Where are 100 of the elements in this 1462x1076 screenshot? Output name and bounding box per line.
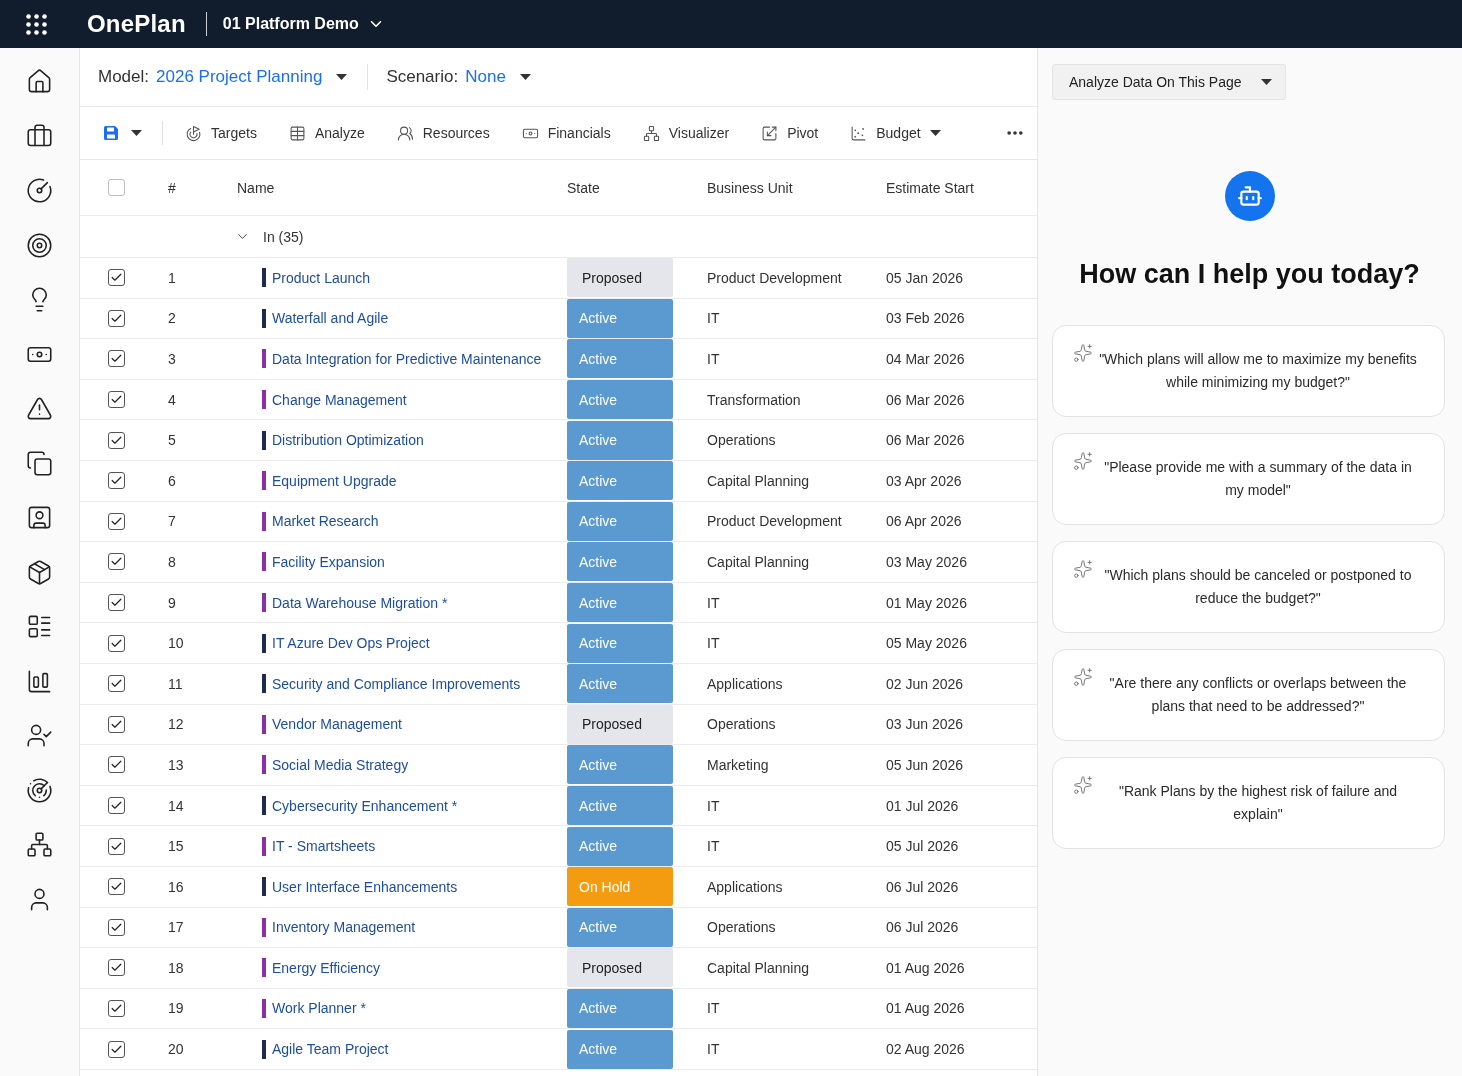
plan-name-link[interactable]: Inventory Management <box>272 919 416 936</box>
plan-name-link[interactable]: IT - Smartsheets <box>272 838 376 855</box>
user-card-icon[interactable] <box>26 504 53 531</box>
plan-name-link[interactable]: Change Management <box>272 391 407 408</box>
radar-icon[interactable] <box>26 776 53 804</box>
table-icon <box>288 124 306 142</box>
suggestion-card[interactable]: "Rank Plans by the highest risk of failure and explain" <box>1052 757 1445 849</box>
plan-name-link[interactable]: Facility Expansion <box>272 553 385 570</box>
suggestion-card[interactable]: "Are there any conflicts or overlaps between the plans that need to be addressed?" <box>1052 649 1445 741</box>
state-cell: Proposed <box>567 948 673 988</box>
target-icon[interactable] <box>26 231 53 259</box>
checkbox[interactable] <box>107 594 125 612</box>
toolbar-button[interactable]: Visualizer <box>642 124 730 142</box>
date-text: 02 Jun 2026 <box>885 675 965 692</box>
checkbox[interactable] <box>107 675 125 693</box>
plan-name-link[interactable]: Energy Efficiency <box>272 959 380 976</box>
state-cell: Active <box>567 583 673 623</box>
business-unit-text: IT <box>706 838 721 855</box>
plan-name-link[interactable]: Waterfall and Agile <box>272 310 389 327</box>
apps-grid-icon[interactable] <box>26 13 47 35</box>
checkbox[interactable] <box>107 878 125 896</box>
caret-icon <box>336 74 348 80</box>
checkbox[interactable] <box>107 553 125 571</box>
business-unit-text: IT <box>706 310 721 327</box>
toolbar-button[interactable]: Financials <box>521 124 611 142</box>
checkbox[interactable] <box>107 309 125 327</box>
user-check-icon[interactable] <box>26 722 53 749</box>
plan-name-link[interactable]: Security and Compliance Improvements <box>272 675 521 692</box>
row-number: 8 <box>167 553 177 570</box>
checkbox[interactable] <box>107 756 125 774</box>
row-number: 14 <box>167 797 185 814</box>
stacked-pages-icon[interactable] <box>26 449 53 477</box>
plan-name-link[interactable]: IT Azure Dev Ops Project <box>272 635 430 652</box>
checkbox[interactable] <box>107 350 125 368</box>
checkbox[interactable] <box>107 391 125 409</box>
state-cell: Active <box>567 420 673 460</box>
gauge-icon[interactable] <box>26 177 53 204</box>
date-text: 01 Aug 2026 <box>885 959 966 976</box>
date-text: 06 Jul 2026 <box>885 878 960 895</box>
row-number: 7 <box>167 513 177 530</box>
business-unit-text: Operations <box>706 432 777 449</box>
network-icon[interactable] <box>26 831 53 858</box>
checkbox[interactable] <box>107 1040 125 1058</box>
business-unit-text: Product Development <box>706 269 843 286</box>
plan-name-link[interactable]: Distribution Optimization <box>272 432 424 449</box>
plan-name-link[interactable]: Agile Team Project <box>272 1041 389 1058</box>
home-icon[interactable] <box>26 68 53 95</box>
mode-dropdown[interactable]: Analyze Data On This Page <box>1052 64 1286 100</box>
checkbox[interactable] <box>107 179 125 196</box>
checkbox[interactable] <box>107 431 125 449</box>
checkbox[interactable] <box>107 1000 125 1017</box>
checkbox[interactable] <box>107 634 125 652</box>
toolbar-button[interactable]: Pivot <box>761 124 819 142</box>
plan-name-link[interactable]: Equipment Upgrade <box>272 472 397 489</box>
checkbox[interactable] <box>107 269 125 287</box>
toolbar-button[interactable]: Resources <box>396 124 490 142</box>
workspace-dropdown[interactable]: 01 Platform Demo <box>222 15 385 33</box>
plan-name-link[interactable]: Data Warehouse Migration * <box>272 594 448 611</box>
plan-name-link[interactable]: Product Launch <box>272 269 371 286</box>
plan-name-link[interactable]: Social Media Strategy <box>272 756 409 773</box>
row-number: 9 <box>167 594 177 611</box>
state-cell: Active <box>567 786 673 825</box>
business-unit-text: IT <box>706 1000 721 1017</box>
model-dropdown[interactable]: 2026 Project Planning <box>156 67 348 87</box>
checkbox[interactable] <box>107 837 125 855</box>
layout-list-icon[interactable] <box>26 613 53 640</box>
column-header: State <box>567 179 600 196</box>
scenario-label: Scenario: <box>386 67 459 87</box>
plan-name-link[interactable]: Cybersecurity Enhancement * <box>272 797 458 814</box>
checkbox[interactable] <box>107 472 125 490</box>
checkbox[interactable] <box>107 918 125 936</box>
checkbox[interactable] <box>107 512 125 530</box>
warning-icon[interactable] <box>26 395 53 422</box>
package-icon[interactable] <box>26 558 53 586</box>
row-number: 3 <box>167 351 177 367</box>
row-number: 15 <box>167 838 185 855</box>
plan-name-link[interactable]: Data Integration for Predictive Maintenance <box>272 351 542 367</box>
suggestion-card[interactable]: "Which plans should be canceled or postponed to reduce the budget?" <box>1052 541 1445 633</box>
business-unit-text: IT <box>706 797 721 814</box>
plan-name-link[interactable]: Vendor Management <box>272 716 402 733</box>
date-text: 05 Jan 2026 <box>885 269 965 286</box>
suggestion-card[interactable]: "Which plans will allow me to maximize my benefits while minimizing my budget?" <box>1052 325 1445 417</box>
toolbar-button[interactable]: Budget <box>850 124 941 142</box>
toolbar-button[interactable]: Analyze <box>288 124 365 142</box>
checkbox[interactable] <box>107 797 125 814</box>
save-icon <box>103 125 119 141</box>
plan-name-link[interactable]: Work Planner * <box>272 1000 366 1017</box>
save-button[interactable] <box>103 125 142 141</box>
checkmark-icon <box>109 799 123 812</box>
caret-icon <box>929 130 941 136</box>
state-cell: Proposed <box>567 258 673 298</box>
plan-name-link[interactable]: Market Research <box>272 513 379 530</box>
date-text: 03 Feb 2026 <box>885 310 966 327</box>
plan-name-link[interactable]: User Interface Enhancements <box>272 878 458 895</box>
scenario-dropdown[interactable]: None <box>465 67 531 87</box>
checkbox[interactable] <box>107 715 125 733</box>
checkbox[interactable] <box>107 959 125 977</box>
toolbar-button[interactable]: Targets <box>185 124 257 142</box>
column-header: Business Unit <box>706 179 793 196</box>
suggestion-card[interactable]: "Please provide me with a summary of the data in my model" <box>1052 433 1445 525</box>
